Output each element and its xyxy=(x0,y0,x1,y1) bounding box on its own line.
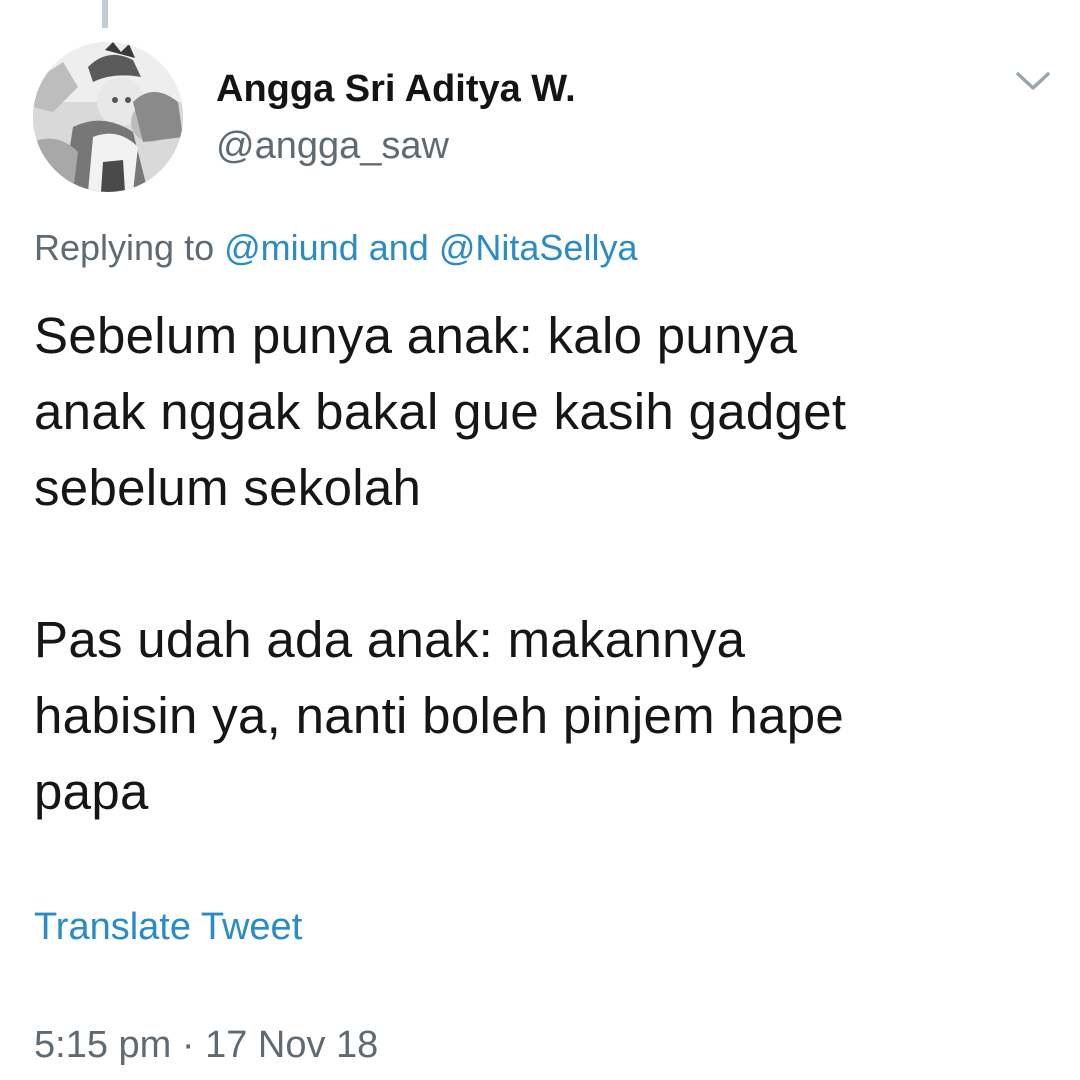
meta-separator: · xyxy=(181,1024,195,1066)
tweet-line: habisin ya, nanti boleh pinjem hape xyxy=(34,687,845,744)
author-handle[interactable]: @angga_saw xyxy=(216,125,449,168)
mention-link-nitasellya[interactable]: @NitaSellya xyxy=(439,227,638,268)
tweet-time: 5:15 pm xyxy=(34,1024,172,1066)
tweet-text: Sebelum punya anak: kalo punya anak ngga… xyxy=(34,298,1054,830)
tweet-timestamp[interactable]: 5:15 pm · 17 Nov 18 xyxy=(34,1024,378,1067)
thread-connector-line xyxy=(102,0,108,28)
reply-context: Replying to @miund and @NitaSellya xyxy=(34,227,637,269)
reply-conjunction[interactable]: and xyxy=(369,227,429,268)
tweet-date: 17 Nov 18 xyxy=(205,1024,379,1066)
tweet-line: papa xyxy=(34,763,149,820)
avatar[interactable] xyxy=(33,42,183,192)
mention-link-miund[interactable]: @miund xyxy=(224,227,359,268)
reply-prefix: Replying to xyxy=(34,227,215,268)
tweet-line: Sebelum punya anak: kalo punya xyxy=(34,307,798,364)
tweet-line: anak nggak bakal gue kasih gadget xyxy=(34,383,847,440)
avatar-photo xyxy=(33,42,183,192)
tweet-line: Pas udah ada anak: makannya xyxy=(34,611,746,668)
chevron-down-icon[interactable] xyxy=(1012,66,1054,96)
translate-tweet-link[interactable]: Translate Tweet xyxy=(34,906,302,949)
tweet-line: sebelum sekolah xyxy=(34,459,422,516)
author-display-name[interactable]: Angga Sri Aditya W. xyxy=(216,68,576,111)
tweet-paragraph-1: Sebelum punya anak: kalo punya anak ngga… xyxy=(34,298,1054,526)
tweet-paragraph-2: Pas udah ada anak: makannya habisin ya, … xyxy=(34,602,1054,830)
